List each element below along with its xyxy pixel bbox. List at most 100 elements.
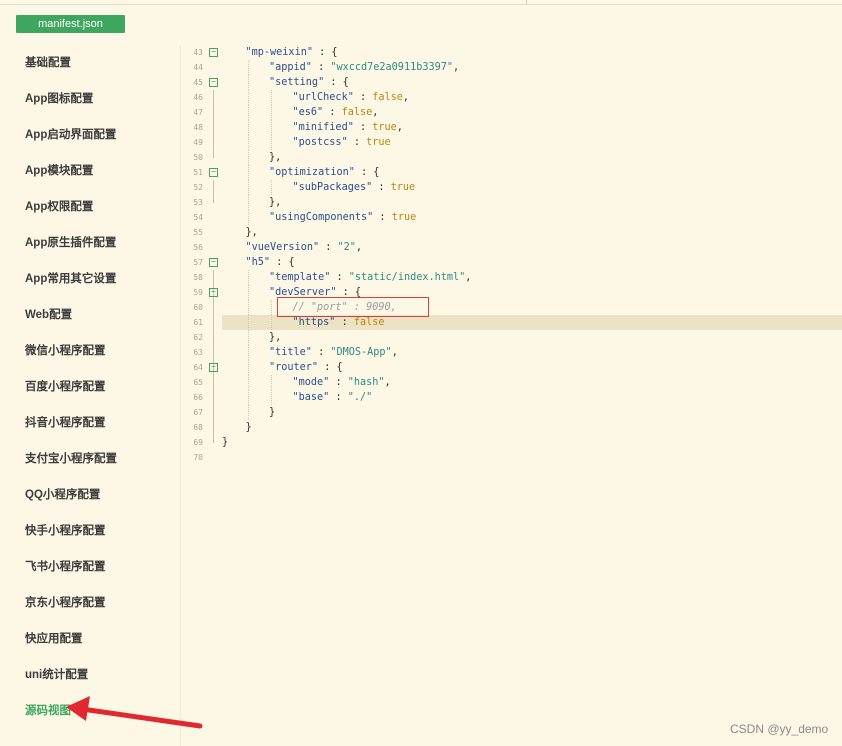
fold-range-line [213,180,214,203]
code-line[interactable]: "es6" : false, [293,105,379,120]
sidebar-item[interactable]: 微信小程序配置 [25,341,106,361]
indent-guide [247,360,249,375]
sidebar-item[interactable]: 快手小程序配置 [25,521,106,541]
sidebar-item[interactable]: 飞书小程序配置 [25,557,106,577]
sidebar-item[interactable]: 京东小程序配置 [25,593,106,613]
line-number: 65 [193,378,203,387]
code-token: }, [269,197,282,208]
top-tab-strip-segment [0,0,527,4]
sidebar-item[interactable]: App常用其它设置 [25,269,116,289]
sidebar-item[interactable]: App启动界面配置 [25,125,116,145]
code-token: , [372,107,379,118]
code-token: "h5" [245,257,271,268]
line-number: 46 [193,93,203,102]
sidebar-item[interactable]: 抖音小程序配置 [25,413,106,433]
sidebar-item[interactable]: uni统计配置 [25,665,88,685]
line-number: 70 [193,453,203,462]
code-token: : { [324,77,349,88]
fold-toggle-icon[interactable]: − [209,288,218,297]
code-line[interactable]: "appid" : "wxccd7e2a0911b3397", [269,60,459,75]
code-editor[interactable]: 43− "mp-weixin" : {44 "appid" : "wxccd7e2a… [181,45,842,475]
indent-guide [271,90,272,105]
line-number: 62 [193,333,203,342]
indent-guide [247,195,249,210]
code-line[interactable]: "usingComponents" : true [269,210,416,225]
sidebar-item[interactable]: 百度小程序配置 [25,377,106,397]
code-line[interactable]: }, [269,150,281,165]
fold-toggle-icon[interactable]: − [209,363,218,372]
code-line[interactable]: "vueVersion" : "2", [246,240,363,255]
top-tab-strip [0,0,842,5]
indent-guide [247,315,249,330]
line-number: 59 [193,288,203,297]
code-token: "setting" [269,77,325,88]
code-token: } [269,407,276,418]
code-line[interactable]: "title" : "DMOS-App", [269,345,398,360]
sidebar-item[interactable]: App模块配置 [25,161,93,181]
code-token: true [366,137,391,148]
sidebar-item[interactable]: 快应用配置 [25,629,83,649]
code-line[interactable]: "mp-weixin" : { [246,45,338,60]
code-token: "optimization" [269,167,355,178]
code-line[interactable]: "urlCheck" : false, [293,90,410,105]
indent-guide [247,330,249,345]
code-line[interactable]: }, [269,195,281,210]
code-token: "DMOS-App" [330,347,392,358]
sidebar: 基础配置 App图标配置 App启动界面配置 App模块配置 App权限配置 App原生插… [0,45,181,746]
sidebar-item[interactable]: App权限配置 [25,197,93,217]
line-number: 60 [193,303,203,312]
code-line[interactable]: "setting" : { [269,75,349,90]
sidebar-item[interactable]: 基础配置 [25,53,71,73]
code-line[interactable]: "h5" : { [246,255,295,270]
code-line[interactable]: "https" : false [293,315,385,330]
code-line[interactable]: }, [246,225,258,240]
line-number: 53 [193,198,203,207]
code-line[interactable]: "postcss" : true [293,135,391,150]
code-token: "template" [269,272,331,283]
line-number: 57 [193,258,203,267]
code-token: "mp-weixin" [245,47,313,58]
code-token: : [372,182,391,193]
indent-guide [247,390,249,405]
sidebar-item[interactable]: Web配置 [25,305,72,325]
code-token: }, [269,332,282,343]
code-token: : [347,137,367,148]
code-token: , [465,272,472,283]
sidebar-item[interactable]: QQ小程序配置 [25,485,100,505]
fold-toggle-icon[interactable]: − [209,168,218,177]
code-line[interactable]: "mode" : "hash", [293,375,391,390]
fold-toggle-icon[interactable]: − [209,258,218,267]
indent-guide [247,285,249,300]
code-token: : [353,122,373,133]
code-line[interactable]: "minified" : true, [293,120,403,135]
sidebar-item[interactable]: 支付宝小程序配置 [25,449,117,469]
line-number: 55 [193,228,203,237]
code-line[interactable]: }, [269,330,281,345]
code-token: "subPackages" [292,182,373,193]
code-token: false [353,317,385,328]
red-arrow-icon [66,696,203,729]
indent-guide [247,135,249,150]
code-line[interactable]: } [222,435,228,450]
sidebar-item[interactable]: App原生插件配置 [25,233,116,253]
line-number: 54 [193,213,203,222]
code-line[interactable]: "subPackages" : true [293,180,416,195]
tab-manifest-json[interactable]: manifest.json [16,15,125,33]
code-line[interactable]: "base" : "./" [293,390,373,405]
code-token: , [355,242,363,253]
sidebar-item[interactable]: App图标配置 [25,89,93,109]
code-line[interactable]: "router" : { [269,360,343,375]
line-number: 69 [193,438,203,447]
code-line[interactable]: "template" : "static/index.html", [269,270,471,285]
indent-guide [247,60,249,75]
code-line[interactable]: } [269,405,275,420]
code-line[interactable]: } [246,420,252,435]
line-number: 56 [193,243,203,252]
code-token: "./" [347,392,373,403]
fold-toggle-icon[interactable]: − [209,48,218,57]
code-token: "urlCheck" [292,92,354,103]
code-token: "es6" [292,107,324,118]
code-line[interactable]: "optimization" : { [269,165,379,180]
indent-guide [271,390,272,405]
fold-toggle-icon[interactable]: − [209,78,218,87]
